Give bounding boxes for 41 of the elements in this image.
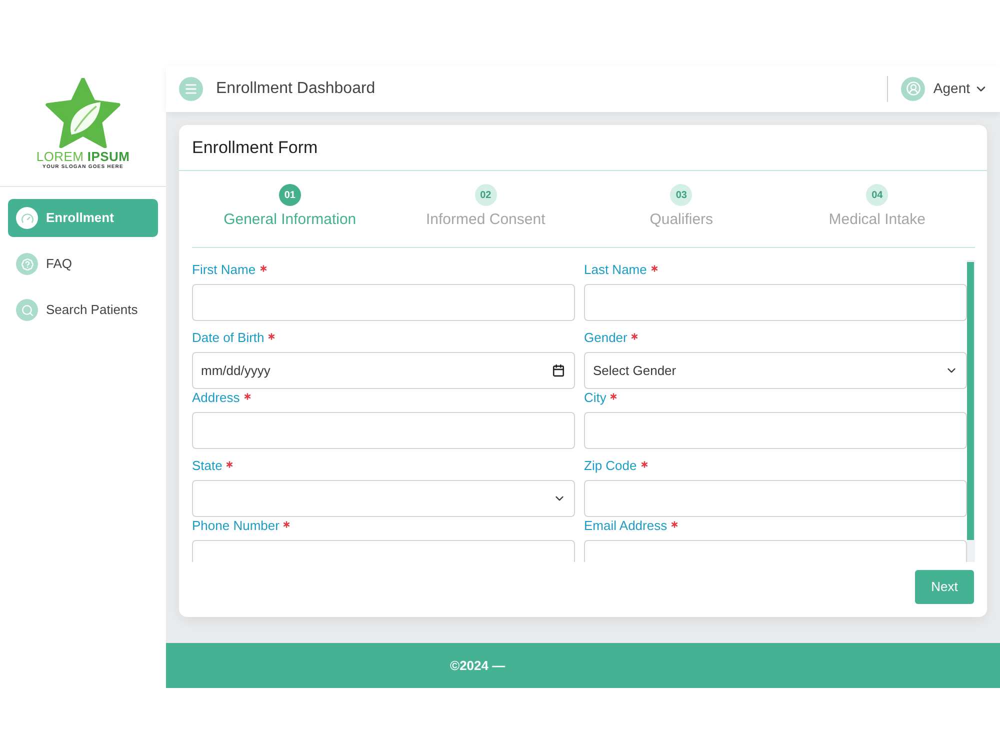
select-field[interactable]: Select Gender xyxy=(584,352,967,389)
field-label: Date of Birth xyxy=(192,330,264,346)
logo-title: LOREM IPSUM xyxy=(36,150,130,164)
field-label: First Name xyxy=(192,262,256,278)
sidebar-item[interactable]: Search Patients xyxy=(8,291,158,329)
sidebar-item[interactable]: FAQ xyxy=(8,245,158,283)
step-number: 01 xyxy=(278,184,301,206)
next-button[interactable]: Next xyxy=(915,570,974,604)
step-number: 04 xyxy=(866,184,888,206)
menu-icon[interactable] xyxy=(179,76,203,100)
page-title: Enrollment Dashboard xyxy=(216,78,376,98)
input-field[interactable] xyxy=(584,480,967,517)
input-field[interactable] xyxy=(192,412,575,449)
question-badge-icon xyxy=(16,253,38,275)
user-menu[interactable]: Agent xyxy=(901,76,988,100)
field-label: Email Address xyxy=(584,518,668,534)
field-label: Gender xyxy=(584,330,628,346)
user-avatar-icon xyxy=(901,76,926,100)
calendar-icon[interactable] xyxy=(552,364,565,377)
card-title: Enrollment Form xyxy=(192,136,318,159)
field-label: Address xyxy=(192,390,240,406)
field-label: City xyxy=(584,390,606,406)
input-field[interactable] xyxy=(584,412,967,449)
field-label: Zip Code xyxy=(584,458,637,474)
step-tab[interactable]: Qualifiers xyxy=(650,210,714,230)
field-label: Last Name xyxy=(584,262,647,278)
date-field[interactable]: mm/dd/yyyy xyxy=(192,352,575,389)
input-field[interactable] xyxy=(584,284,967,321)
step-tab[interactable]: General Information xyxy=(224,210,356,230)
step-tab[interactable]: Informed Consent xyxy=(426,210,546,230)
footer-text: ©2024 — xyxy=(450,656,506,675)
field-label: Phone Number xyxy=(192,518,280,534)
sidebar-item[interactable]: Enrollment xyxy=(8,199,158,237)
select-field[interactable] xyxy=(192,480,575,517)
field-label: State xyxy=(192,458,222,474)
step-tab[interactable]: Medical Intake xyxy=(828,210,926,230)
step-number: 03 xyxy=(670,184,692,206)
input-field[interactable] xyxy=(192,284,575,321)
gauge-icon xyxy=(16,207,38,229)
step-number: 02 xyxy=(474,184,497,206)
search-icon xyxy=(16,299,38,321)
